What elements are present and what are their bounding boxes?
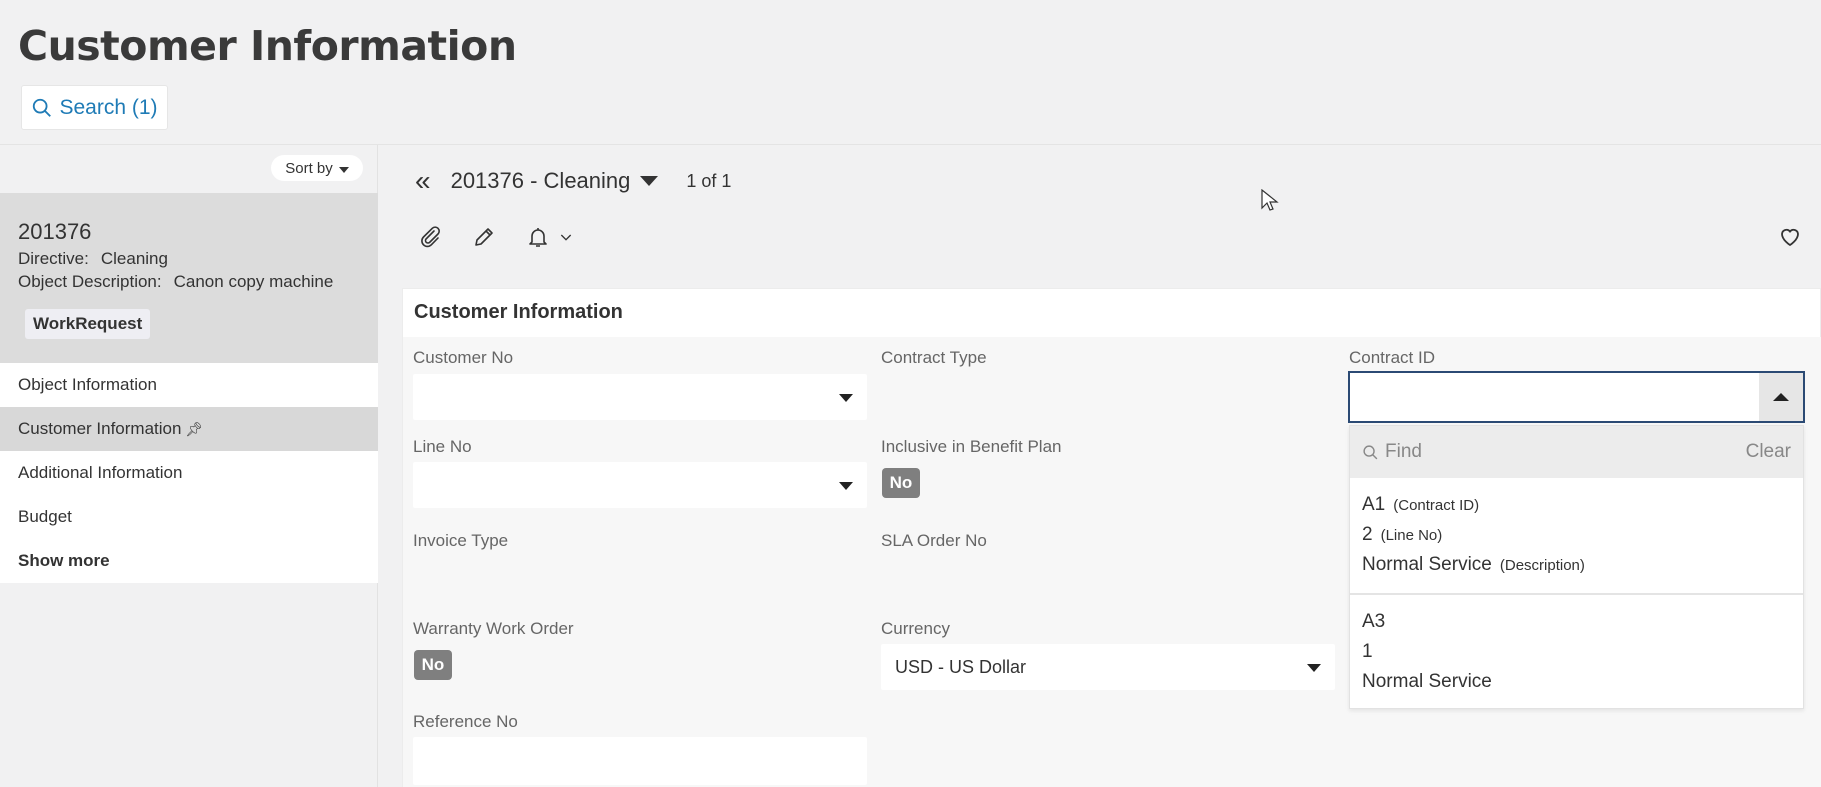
record-header: « 201376 - Cleaning 1 of 1 (415, 165, 731, 197)
search-label: Search (1) (59, 95, 158, 119)
nav-label: Additional Information (18, 463, 183, 482)
option-contract-id: A3 (1362, 607, 1791, 637)
currency-label: Currency (881, 619, 950, 638)
nav-object-information[interactable]: Object Information (0, 363, 378, 407)
mouse-cursor-icon (1261, 189, 1279, 211)
contract-type-label: Contract Type (881, 348, 987, 367)
record-sidebar: Sort by 201376 Directive: Cleaning Object… (0, 145, 378, 787)
record-pager: 1 of 1 (686, 170, 732, 191)
option-description: Normal Service (1362, 667, 1791, 697)
bell-icon (529, 228, 547, 247)
page-title: Customer Information (18, 22, 517, 70)
notifications-menu[interactable] (526, 225, 574, 249)
warranty-work-order-toggle[interactable]: No (414, 650, 452, 680)
caret-up-icon (1773, 393, 1789, 401)
dropdown-option[interactable]: A3 1 Normal Service (1350, 595, 1803, 697)
contract-id-label: Contract ID (1349, 348, 1435, 367)
warranty-work-order-label: Warranty Work Order (413, 619, 574, 638)
customer-no-select[interactable] (413, 374, 867, 420)
option-line-no: 2 (Line No) (1362, 520, 1791, 550)
record-toolbar (418, 225, 574, 249)
clear-button[interactable]: Clear (1746, 441, 1791, 463)
record-id: 201376 (18, 219, 92, 244)
sort-by-button[interactable]: Sort by (271, 155, 363, 181)
work-request-badge: WorkRequest (25, 309, 151, 339)
nav-label: Budget (18, 507, 72, 526)
pencil-icon[interactable] (472, 225, 496, 249)
option-description-value: Normal Service (1362, 554, 1492, 575)
nav-show-more[interactable]: Show more (0, 539, 378, 583)
find-placeholder: Find (1385, 441, 1422, 462)
record-selector-caret-icon[interactable] (640, 176, 659, 186)
option-contract-id: A1 (Contract ID) (1362, 490, 1791, 520)
option-line-no-hint: (Line No) (1380, 526, 1443, 544)
nav-label: Object Information (18, 375, 157, 394)
option-line-no-value: 2 (1362, 524, 1373, 545)
search-icon (33, 98, 52, 117)
pin-icon[interactable]: 📌︎ (185, 421, 203, 438)
caret-down-icon (338, 166, 349, 173)
caret-down-icon (1307, 664, 1321, 672)
currency-select[interactable]: USD - US Dollar (881, 644, 1335, 690)
favorite-heart-icon[interactable] (1778, 225, 1802, 249)
option-line-no-value: 1 (1362, 641, 1373, 662)
reference-no-label: Reference No (413, 712, 518, 731)
option-description: Normal Service (Description) (1362, 550, 1791, 580)
paperclip-icon[interactable] (418, 225, 442, 249)
customer-no-label: Customer No (413, 348, 514, 367)
record-title: 201376 - Cleaning (450, 168, 631, 193)
option-contract-id-value: A1 (1362, 494, 1386, 515)
directive-label: Directive: (18, 249, 89, 268)
chevron-down-icon (560, 234, 572, 241)
invoice-type-label: Invoice Type (413, 531, 509, 550)
directive-value: Cleaning (100, 249, 168, 268)
nav-customer-information[interactable]: Customer Information 📌︎ (0, 407, 378, 451)
nav-budget[interactable]: Budget (0, 495, 378, 539)
dropdown-find-row: Find Clear (1350, 426, 1803, 478)
inclusive-benefit-plan-toggle[interactable]: No (882, 468, 920, 498)
caret-down-icon (839, 394, 853, 402)
reference-no-input[interactable] (413, 737, 867, 785)
currency-value: USD - US Dollar (895, 657, 1027, 677)
search-icon (1363, 444, 1378, 459)
line-no-select[interactable] (413, 462, 867, 508)
objdesc-value: Canon copy machine (173, 272, 334, 291)
section-nav: Object Information Customer Information 📌… (0, 363, 378, 583)
record-object-description: Object Description: Canon copy machine (18, 272, 333, 292)
objdesc-label: Object Description: (18, 272, 162, 291)
record-directive: Directive: Cleaning (18, 249, 168, 269)
option-contract-id-value: A3 (1362, 611, 1386, 632)
caret-down-icon (839, 482, 853, 490)
option-line-no: 1 (1362, 637, 1791, 667)
line-no-label: Line No (413, 437, 472, 456)
nav-label: Show more (18, 551, 110, 570)
option-contract-id-hint: (Contract ID) (1393, 496, 1480, 514)
sort-by-label: Sort by (285, 159, 333, 177)
nav-label: Customer Information (18, 419, 182, 438)
find-input[interactable]: Find (1362, 441, 1422, 463)
dropdown-option[interactable]: A1 (Contract ID) 2 (Line No) Normal Servic… (1350, 478, 1803, 595)
back-to-list-icon[interactable]: « (415, 165, 431, 197)
option-description-value: Normal Service (1362, 671, 1492, 692)
search-button[interactable]: Search (1) (21, 85, 168, 130)
option-description-hint: (Description) (1499, 556, 1585, 574)
sla-order-no-label: SLA Order No (881, 531, 987, 550)
panel-title: Customer Information (414, 301, 623, 323)
contract-id-dropdown: Find Clear A1 (Contract ID) 2 (Line No) No… (1349, 425, 1804, 709)
inclusive-benefit-plan-label: Inclusive in Benefit Plan (881, 437, 1062, 456)
contract-id-input[interactable] (1348, 371, 1805, 423)
nav-additional-information[interactable]: Additional Information (0, 451, 378, 495)
record-card[interactable]: 201376 Directive: Cleaning Object Descrip… (0, 193, 378, 363)
contract-id-toggle[interactable] (1759, 373, 1803, 421)
